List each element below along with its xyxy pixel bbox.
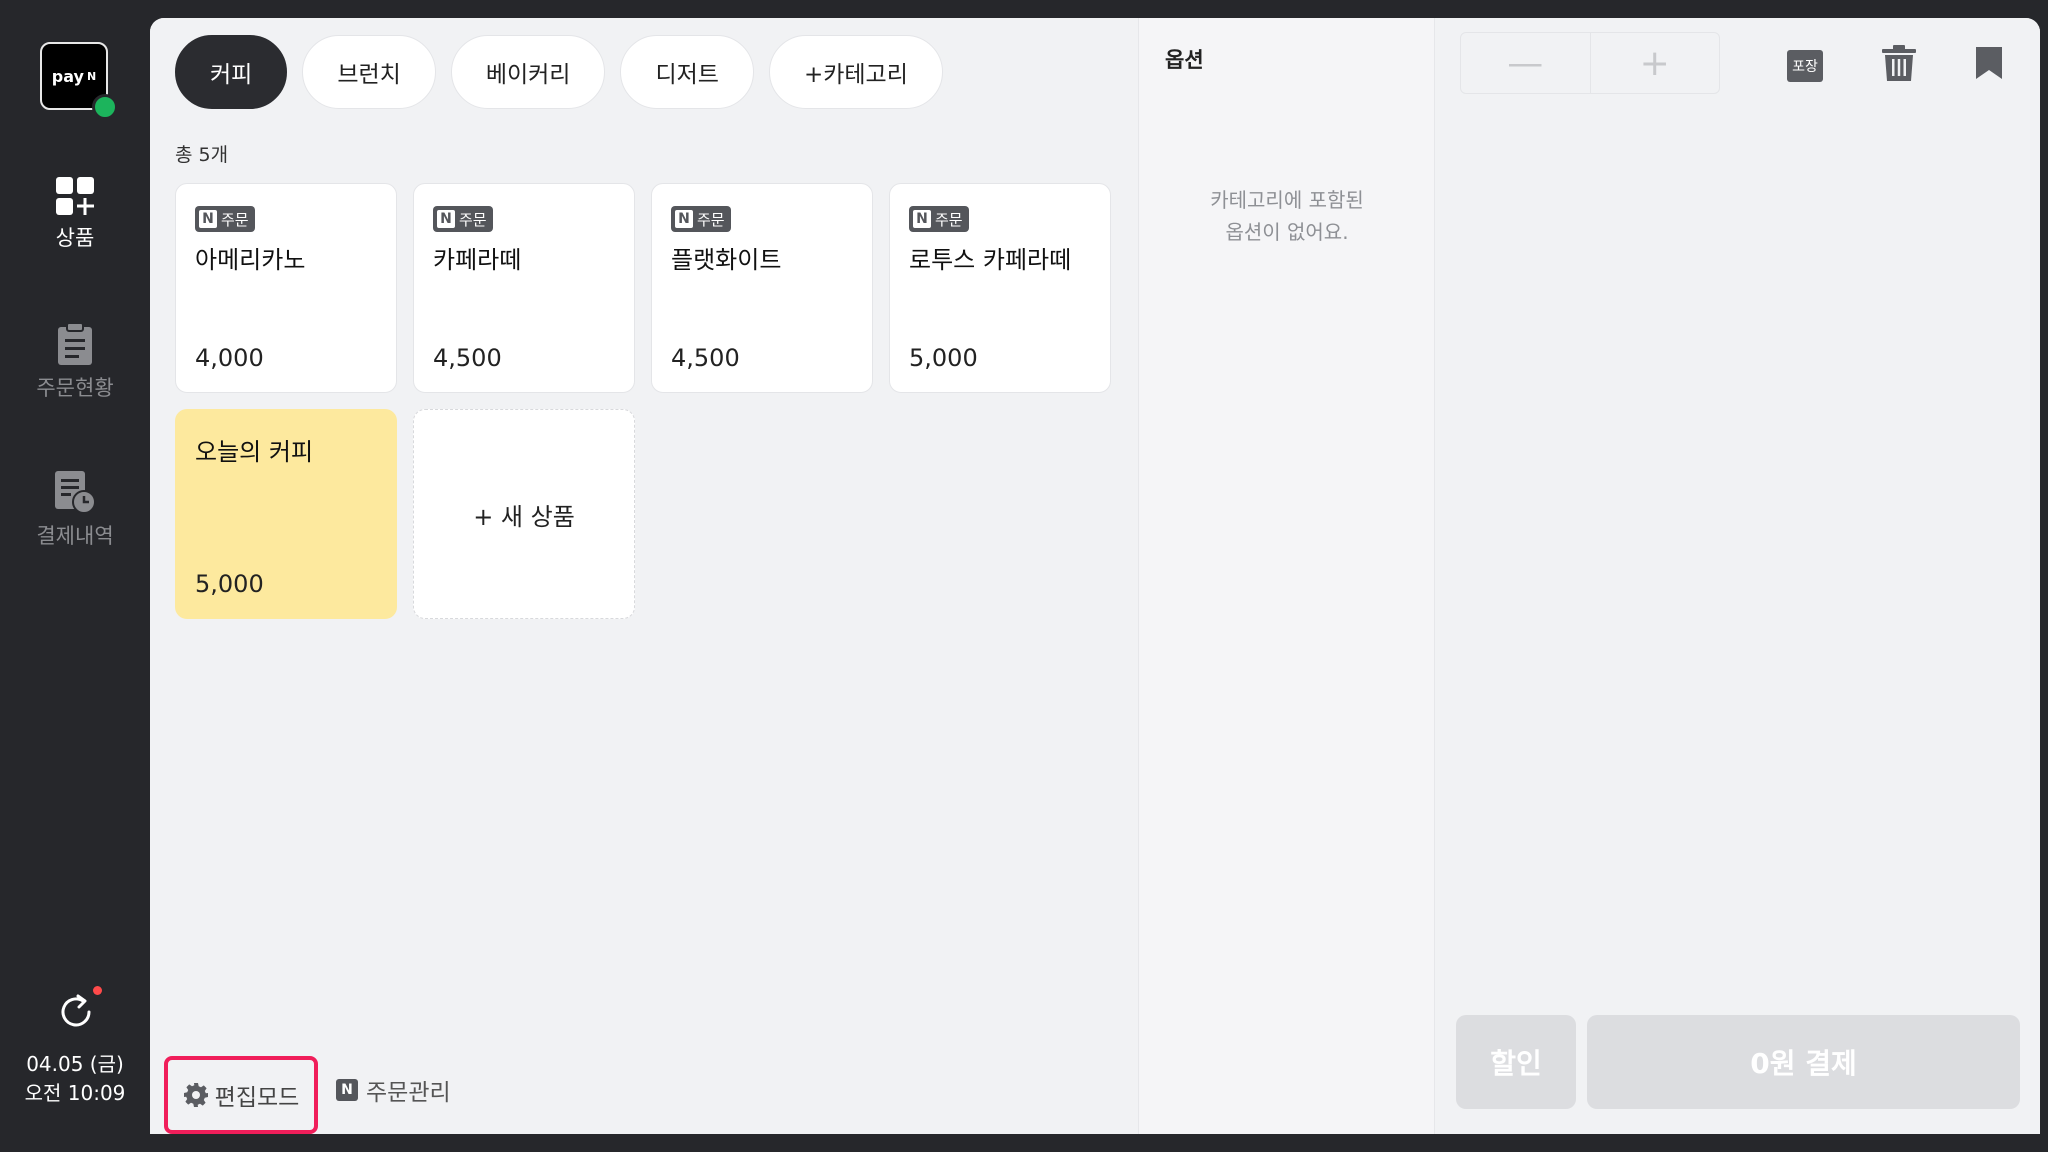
options-empty-line: 카테고리에 포함된	[1210, 188, 1364, 212]
naver-n-icon: N	[336, 1079, 358, 1101]
tab-dessert[interactable]: 디저트	[620, 35, 754, 109]
tab-coffee[interactable]: 커피	[175, 35, 288, 109]
product-name: 오늘의 커피	[195, 438, 314, 466]
online-status-dot	[92, 94, 118, 120]
sidebar-item-payment-history[interactable]: 결제내역	[0, 470, 150, 550]
naver-n-icon: N	[437, 210, 455, 228]
badge-label: 주문	[697, 210, 725, 229]
naver-n-icon: N	[913, 210, 931, 228]
gear-icon	[183, 1083, 208, 1107]
edit-mode-button[interactable]: 편집모드	[164, 1056, 318, 1134]
sidebar: pay N 상품 주문현황 결제내역 04.05 (금) 오전 10:09	[0, 0, 150, 1152]
sidebar-item-label: 상품	[55, 226, 95, 250]
product-count: 총 5개	[175, 144, 229, 166]
receipt-clock-icon	[55, 471, 96, 514]
naver-order-badge: N 주문	[909, 206, 969, 232]
takeout-button[interactable]: 포장	[1787, 50, 1823, 82]
naver-order-badge: N 주문	[433, 206, 493, 232]
product-card[interactable]: 오늘의 커피 5,000	[175, 409, 397, 619]
product-card[interactable]: N 주문 카페라떼 4,500	[413, 183, 635, 393]
clipboard-icon	[58, 322, 92, 365]
options-panel: 옵션 카테고리에 포함된 옵션이 없어요.	[1138, 18, 1435, 1134]
trash-icon[interactable]	[1881, 44, 1917, 82]
increase-quantity-button[interactable]: +	[1589, 33, 1720, 93]
sidebar-item-label: 주문현황	[36, 376, 114, 400]
naver-n-icon: N	[199, 210, 217, 228]
current-date: 04.05 (금)	[26, 1052, 124, 1076]
logo-text: pay	[51, 66, 84, 86]
tab-bakery[interactable]: 베이커리	[450, 35, 606, 109]
bookmark-icon[interactable]	[1975, 46, 2003, 80]
options-empty-line: 옵션이 없어요.	[1225, 220, 1349, 244]
badge-label: 주문	[221, 210, 249, 229]
product-card[interactable]: N 주문 플랫화이트 4,500	[651, 183, 873, 393]
cart-panel: — + 포장 할인 0원 결제	[1434, 18, 2040, 1134]
bottom-bar: 편집모드 N 주문관리	[150, 1048, 1138, 1134]
main-panel: 커피 브런치 베이커리 디저트 +카테고리 총 5개 N 주문 아메리카노 4,0…	[150, 18, 2040, 1134]
add-category-button[interactable]: +카테고리	[768, 35, 943, 109]
options-title: 옵션	[1165, 48, 1204, 72]
pay-button[interactable]: 0원 결제	[1587, 1015, 2020, 1109]
product-price: 5,000	[195, 570, 264, 598]
new-product-button[interactable]: + 새 상품	[413, 409, 635, 619]
sidebar-item-products[interactable]: 상품	[0, 176, 150, 252]
order-management-label: 주문관리	[366, 1080, 451, 1106]
product-area: 커피 브런치 베이커리 디저트 +카테고리 총 5개 N 주문 아메리카노 4,0…	[150, 18, 1138, 1134]
naver-n-icon: N	[675, 210, 693, 228]
quantity-stepper: — +	[1460, 32, 1720, 94]
badge-label: 주문	[459, 210, 487, 229]
product-card[interactable]: N 주문 아메리카노 4,000	[175, 183, 397, 393]
product-card[interactable]: N 주문 로투스 카페라떼 5,000	[889, 183, 1111, 393]
product-price: 4,000	[195, 344, 264, 372]
grid-plus-icon	[56, 177, 94, 215]
current-time: 오전 10:09	[24, 1081, 126, 1105]
product-name: 로투스 카페라떼	[909, 246, 1072, 274]
product-price: 4,500	[671, 344, 740, 372]
product-price: 4,500	[433, 344, 502, 372]
product-name: 카페라떼	[433, 246, 522, 274]
sidebar-item-label: 결제내역	[36, 524, 114, 548]
product-price: 5,000	[909, 344, 978, 372]
product-name: 플랫화이트	[671, 246, 782, 274]
notification-dot	[93, 986, 102, 995]
options-empty-message: 카테고리에 포함된 옵션이 없어요.	[1139, 184, 1435, 248]
discount-button[interactable]: 할인	[1456, 1015, 1576, 1109]
decrease-quantity-button[interactable]: —	[1461, 33, 1590, 93]
category-tabs: 커피 브런치 베이커리 디저트 +카테고리	[175, 35, 943, 109]
naver-order-badge: N 주문	[671, 206, 731, 232]
logo-suffix: N	[86, 69, 97, 83]
product-name: 아메리카노	[195, 246, 306, 274]
sync-icon[interactable]	[56, 992, 96, 1032]
naver-order-badge: N 주문	[195, 206, 255, 232]
datetime: 04.05 (금) 오전 10:09	[0, 1050, 150, 1108]
sidebar-item-order-status[interactable]: 주문현황	[0, 322, 150, 402]
badge-label: 주문	[935, 210, 963, 229]
edit-mode-label: 편집모드	[214, 1085, 300, 1111]
order-management-link[interactable]: N 주문관리	[336, 1073, 451, 1107]
tab-brunch[interactable]: 브런치	[302, 35, 436, 109]
